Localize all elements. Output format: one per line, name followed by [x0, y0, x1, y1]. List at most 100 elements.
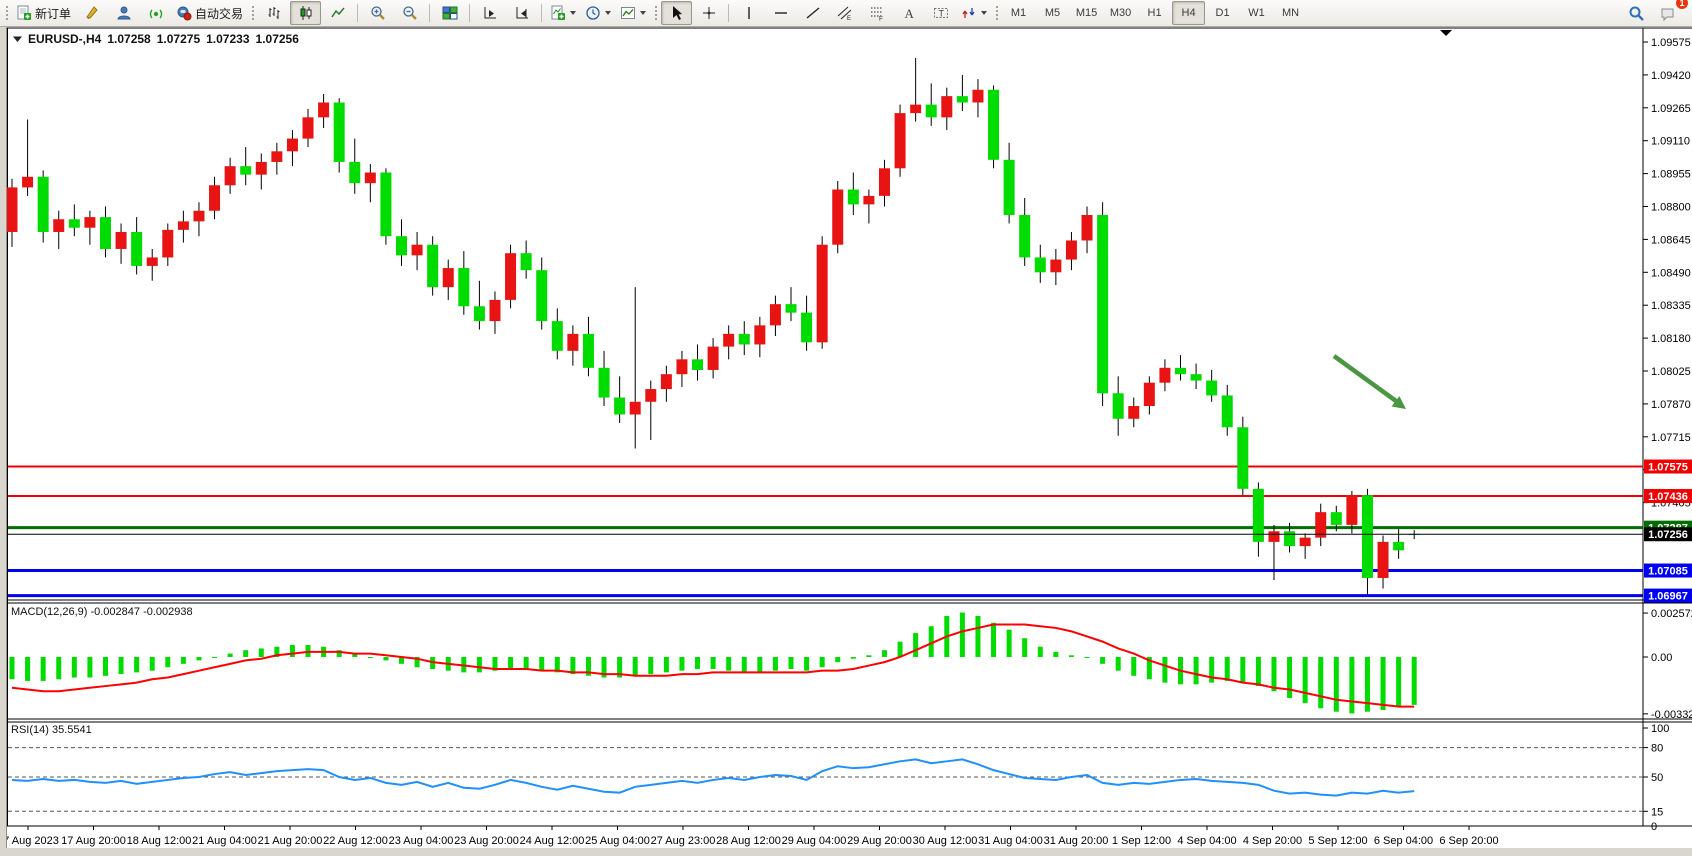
candle-body: [1113, 393, 1124, 418]
open-value: 1.07258: [107, 32, 150, 46]
timeframe-m30-button[interactable]: M30: [1104, 1, 1137, 25]
macd-histogram-bar: [882, 650, 887, 657]
high-value: 1.07275: [157, 32, 200, 46]
notifications-button[interactable]: 1: [1653, 1, 1684, 25]
crosshair-button[interactable]: [693, 1, 724, 25]
candle-body: [1159, 368, 1170, 383]
price-line-label: 1.07256: [1644, 527, 1692, 541]
cursor-button[interactable]: [661, 1, 692, 25]
toolbar-grip[interactable]: [4, 4, 9, 22]
templates-button[interactable]: [616, 1, 650, 25]
new-order-label: 新订单: [35, 5, 71, 22]
macd-histogram-bar: [1038, 647, 1043, 657]
tile-windows-button[interactable]: [434, 1, 465, 25]
macd-histogram-bar: [1225, 657, 1230, 681]
zoom-in-button[interactable]: [362, 1, 393, 25]
candle-body: [1035, 257, 1046, 272]
chart-frame: [7, 28, 1692, 856]
macd-histogram-bar: [1381, 657, 1386, 710]
indicator-window-prev-button[interactable]: [474, 1, 505, 25]
macd-histogram-bar: [898, 642, 903, 657]
candle-body: [225, 166, 236, 185]
chart-background[interactable]: [7, 28, 1692, 856]
timeframe-w1-button[interactable]: W1: [1240, 1, 1273, 25]
bar-chart-button[interactable]: [258, 1, 289, 25]
candle-body: [100, 217, 111, 249]
signals-button[interactable]: [140, 1, 171, 25]
text-tool-button[interactable]: A: [893, 1, 924, 25]
line-chart-button[interactable]: [322, 1, 353, 25]
toolbar-grip[interactable]: [653, 4, 658, 22]
macd-histogram-bar: [648, 657, 653, 674]
vertical-line-tool-button[interactable]: [733, 1, 764, 25]
time-tick-label: 27 Aug 23:00: [651, 835, 716, 847]
horizontal-line-tool-button[interactable]: [765, 1, 796, 25]
line-chart-icon: [330, 5, 346, 21]
candle-body: [365, 173, 376, 184]
timeframe-h1-button[interactable]: H1: [1138, 1, 1171, 25]
candle-body: [879, 168, 890, 196]
toolbar-grip[interactable]: [994, 4, 999, 22]
timeframe-m5-button[interactable]: M5: [1036, 1, 1069, 25]
candle-body: [349, 162, 360, 183]
macd-histogram-bar: [228, 654, 233, 657]
candle-body: [287, 139, 298, 152]
rsi-tick-label: 15: [1651, 806, 1663, 818]
toolbar: 新订单 自动交易: [0, 0, 1692, 27]
profile-button[interactable]: [108, 1, 139, 25]
candle-body: [895, 113, 906, 168]
macd-histogram-bar: [1100, 657, 1105, 664]
macd-histogram-bar: [851, 657, 856, 659]
timeframe-d1-button[interactable]: D1: [1206, 1, 1239, 25]
macd-histogram-bar: [56, 657, 61, 679]
periods-button[interactable]: [581, 1, 615, 25]
price-tick-label: 1.08490: [1651, 267, 1691, 279]
candle-body: [1144, 383, 1155, 406]
mt4-window: 新订单 自动交易: [0, 0, 1692, 856]
chart-menu-triangle-icon[interactable]: [13, 35, 22, 43]
candle-body: [193, 211, 204, 222]
autotrading-button[interactable]: 自动交易: [172, 1, 247, 25]
candle-body: [318, 102, 329, 117]
arrows-tool-button[interactable]: [957, 1, 991, 25]
macd-histogram-bar: [913, 633, 918, 657]
time-tick-label: 1 Sep 12:00: [1112, 835, 1171, 847]
price-label-text: 1.07436: [1648, 491, 1688, 503]
indicator-window-next-button[interactable]: [506, 1, 537, 25]
autotrading-icon: [176, 5, 192, 21]
macd-histogram-bar: [1271, 657, 1276, 691]
add-indicator-button[interactable]: [546, 1, 580, 25]
trendline-tool-button[interactable]: [797, 1, 828, 25]
tile-windows-icon: [442, 5, 458, 21]
candle-body: [708, 347, 719, 370]
macd-histogram-bar: [150, 657, 155, 671]
timeframe-m1-button[interactable]: M1: [1002, 1, 1035, 25]
toolbar-grip[interactable]: [250, 4, 255, 22]
chart-area[interactable]: 1.095751.094201.092651.091101.089551.088…: [0, 0, 1692, 856]
candle-body: [131, 232, 142, 266]
macd-histogram-bar: [742, 657, 747, 672]
timeframe-m15-button[interactable]: M15: [1070, 1, 1103, 25]
timeframe-h4-button[interactable]: H4: [1172, 1, 1205, 25]
zoom-in-icon: [370, 5, 386, 21]
styler-button[interactable]: [76, 1, 107, 25]
candlestick-chart-button[interactable]: [290, 1, 321, 25]
price-label-text: 1.07256: [1648, 529, 1688, 541]
horizontal-line-icon: [773, 5, 789, 21]
candle-body: [645, 389, 656, 402]
timeframe-mn-button[interactable]: MN: [1274, 1, 1307, 25]
candle-body: [1191, 374, 1202, 380]
candle-body: [380, 173, 391, 237]
macd-histogram-bar: [1256, 657, 1261, 686]
candle-body: [941, 96, 952, 117]
text-label-tool-button[interactable]: T: [925, 1, 956, 25]
new-order-button[interactable]: 新订单: [12, 1, 75, 25]
fibonacci-tool-button[interactable]: F: [861, 1, 892, 25]
candle-body: [69, 219, 80, 227]
candle-body: [303, 117, 314, 138]
search-button[interactable]: [1621, 1, 1652, 25]
channel-tool-button[interactable]: E: [829, 1, 860, 25]
candle-body: [567, 334, 578, 351]
zoom-out-button[interactable]: [394, 1, 425, 25]
macd-histogram-bar: [10, 657, 15, 679]
